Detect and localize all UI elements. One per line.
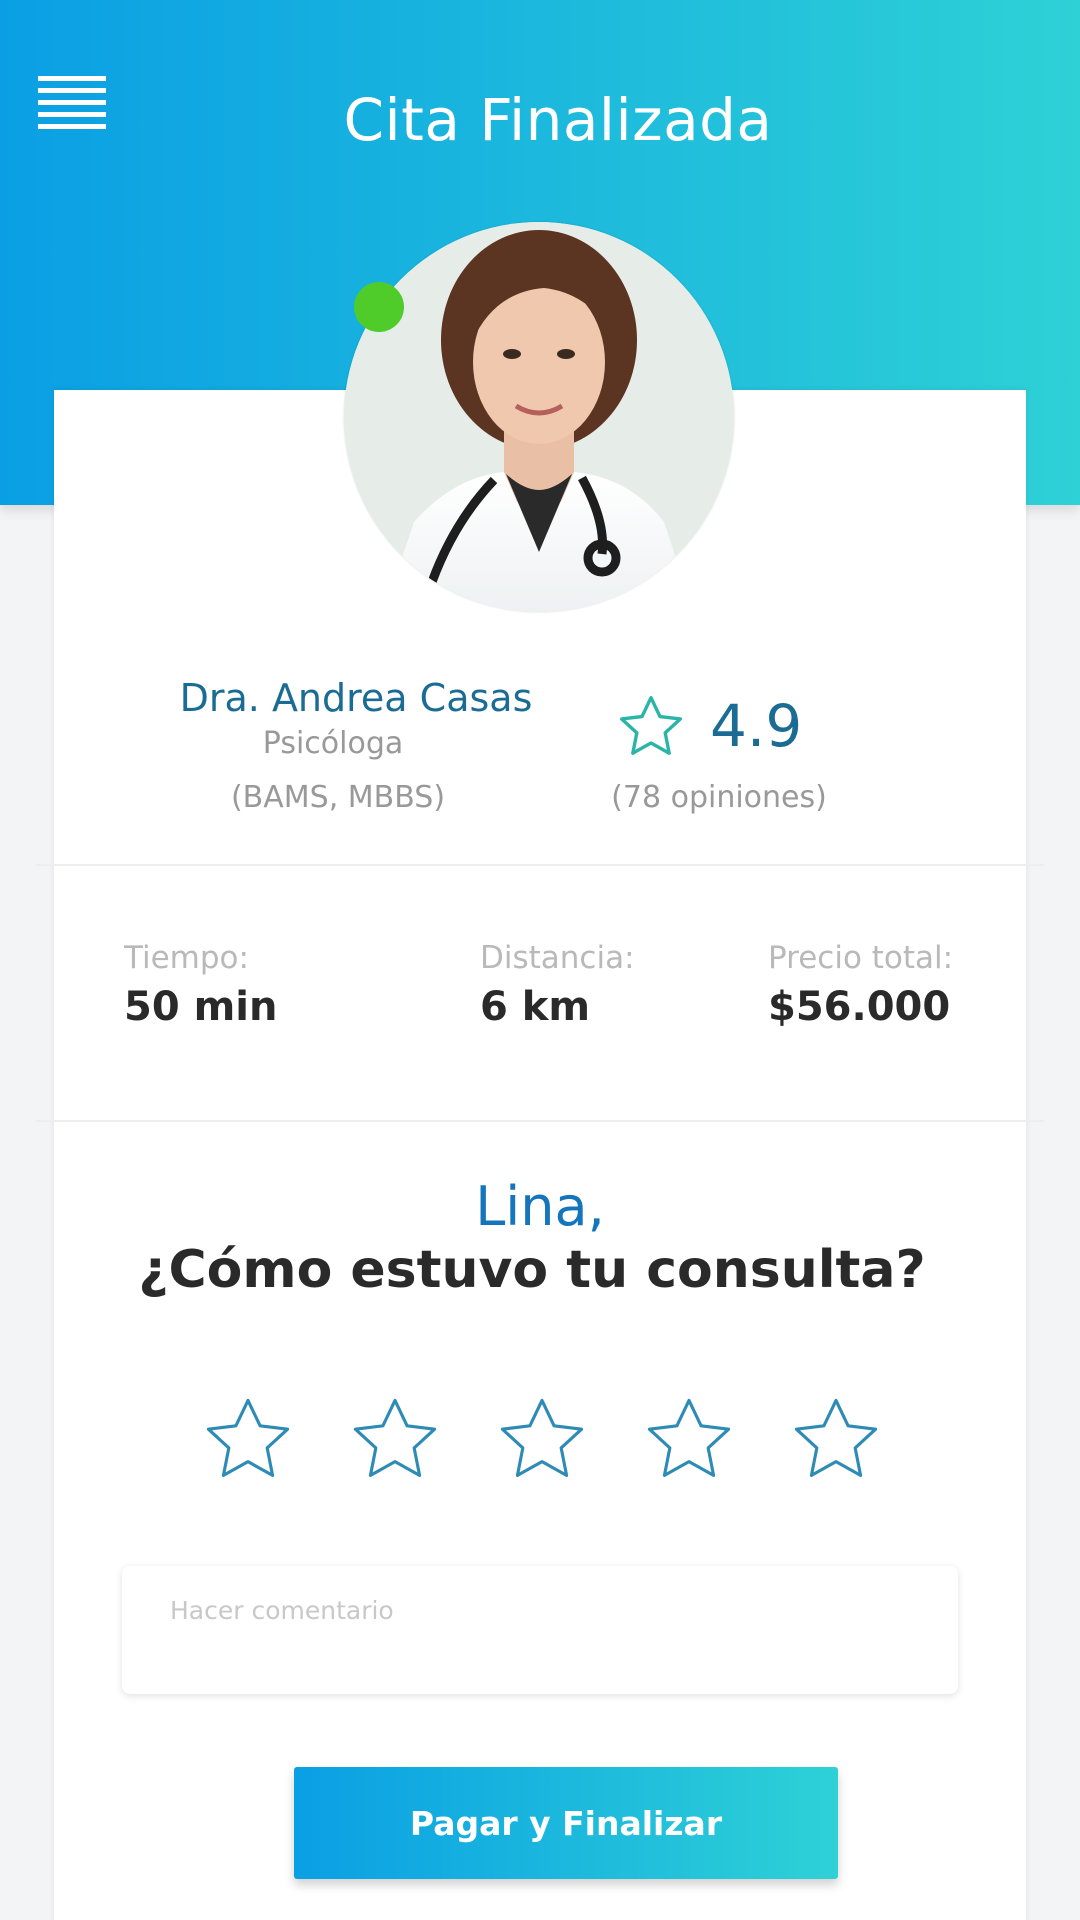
stat-label: Distancia: [480,940,635,976]
page-title: Cita Finalizada [343,86,773,154]
appointment-finished-screen: Cita Finalizada Dra. Andrea Casas Psicól… [0,0,1080,1920]
divider [36,1120,1044,1122]
rating-star-icon [620,696,682,755]
stat-label: Precio total: [768,940,954,976]
stat-value: 50 min [124,984,278,1030]
doctor-name: Dra. Andrea Casas [179,676,533,720]
doctor-photo [344,222,734,612]
doctor-specialty: Psicóloga [262,726,404,761]
pay-and-finish-button[interactable]: Pagar y Finalizar [294,1767,838,1879]
star-3-icon[interactable] [492,1390,592,1490]
comment-input[interactable] [170,1596,930,1666]
reviews-count: (78 opiniones) [611,780,827,815]
stat-value: $56.000 [768,984,951,1030]
star-5-icon[interactable] [786,1390,886,1490]
online-status-indicator [354,282,404,332]
stat-label: Tiempo: [124,940,249,976]
star-2-icon[interactable] [345,1390,445,1490]
user-name: Lina, [475,1175,605,1238]
comment-box [122,1566,958,1694]
rating-value: 4.9 [710,692,803,760]
stat-time: Tiempo: 50 min [124,940,277,1030]
divider [36,864,1044,866]
doctor-degrees: (BAMS, MBBS) [230,780,446,815]
stat-value: 6 km [480,984,591,1030]
stat-distance: Distancia: 6 km [480,940,635,1030]
star-1-icon[interactable] [198,1390,298,1490]
star-4-icon[interactable] [639,1390,739,1490]
doctor-avatar [344,222,734,612]
star-rating-input [198,1390,898,1490]
stat-total-price: Precio total: $56.000 [768,940,953,1030]
feedback-question: ¿Cómo estuvo tu consulta? [138,1240,926,1300]
